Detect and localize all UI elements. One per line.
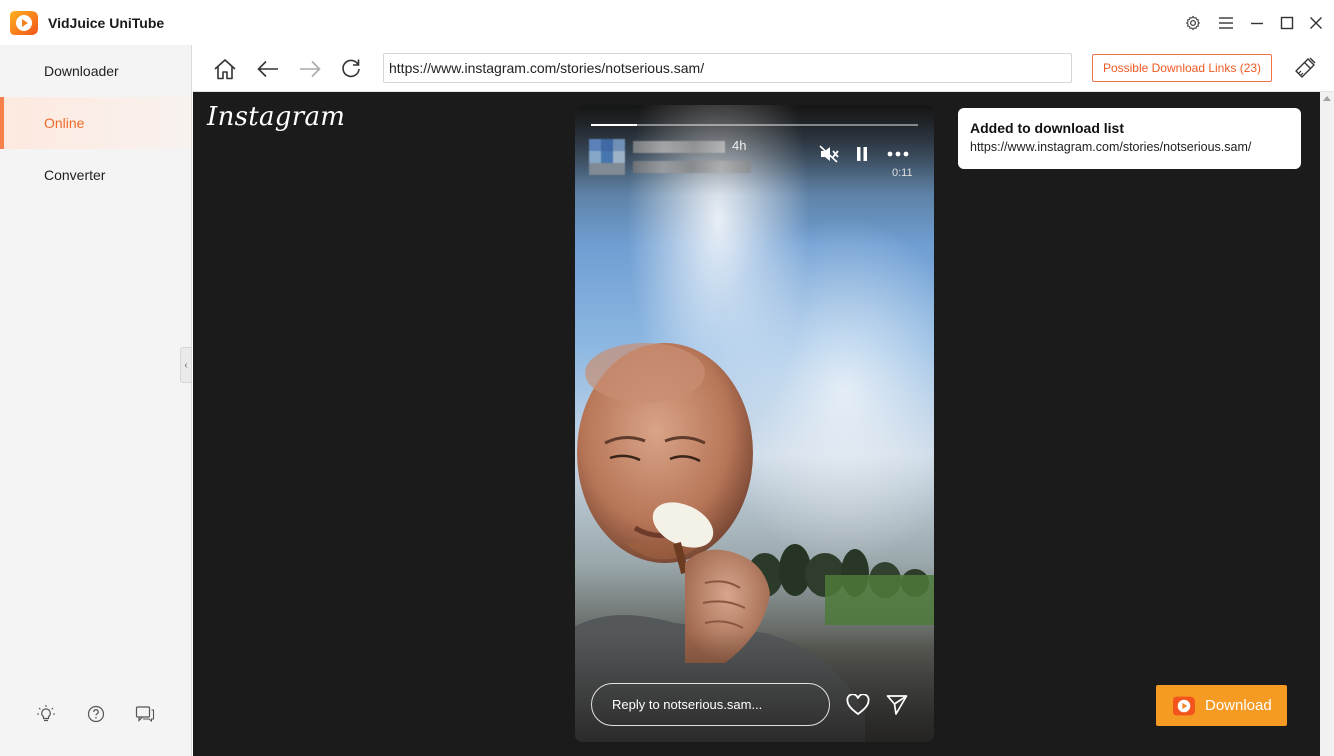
arrow-left-icon [257,60,278,78]
web-content: Instagram 4h 0:11 Reply to notserious.sa… [193,92,1320,756]
help-icon [87,705,105,723]
download-button-label: Download [1205,697,1272,714]
app-logo-icon [1173,696,1195,715]
sidebar-item-label: Online [44,115,85,131]
reload-button[interactable] [338,56,364,82]
gear-icon [1185,15,1201,31]
more-options-button[interactable] [887,143,909,165]
lightbulb-icon [37,705,55,722]
sidebar: Downloader Online Converter [0,45,192,756]
heart-icon [846,694,870,716]
like-button[interactable] [845,692,871,718]
toast-url: https://www.instagram.com/stories/notser… [970,140,1252,154]
reload-icon [342,59,360,78]
minimize-icon [1251,22,1263,25]
settings-button[interactable] [1182,12,1204,34]
story-viewer[interactable]: 4h 0:11 Reply to notserious.sam... [575,105,934,742]
more-horizontal-icon [887,151,909,157]
chevron-left-icon: ‹ [184,359,188,371]
close-icon [1310,17,1322,29]
browser-toolbar: Possible Download Links (23) [193,45,1334,92]
minimize-button[interactable] [1246,12,1268,34]
instagram-logo[interactable]: Instagram [207,102,345,132]
home-button[interactable] [212,56,238,82]
speaker-muted-icon [819,145,839,163]
pause-button[interactable] [851,143,873,165]
vertical-scrollbar[interactable] [1320,92,1334,756]
possible-download-links-label: Possible Download Links (23) [1102,61,1262,75]
forward-button[interactable] [297,56,323,82]
sidebar-item-downloader[interactable]: Downloader [0,45,191,97]
back-button[interactable] [255,56,281,82]
toast-title: Added to download list [970,120,1124,136]
help-button[interactable] [85,703,107,725]
sidebar-item-label: Downloader [44,63,119,79]
story-top-shade [575,105,934,195]
possible-download-links-button[interactable]: Possible Download Links (23) [1092,54,1272,82]
pause-icon [857,147,867,161]
feedback-icon [135,706,155,723]
app-title: VidJuice UniTube [48,15,165,31]
feedback-button[interactable] [134,703,156,725]
story-avatar[interactable] [589,139,625,175]
story-progress-bar [591,124,918,126]
download-toast: Added to download list https://www.insta… [958,108,1301,169]
sidebar-item-converter[interactable]: Converter [0,149,191,201]
arrow-right-icon [300,60,321,78]
download-button[interactable]: Download [1156,685,1287,726]
send-icon [886,695,908,715]
story-username-redacted[interactable] [633,141,725,153]
title-bar: VidJuice UniTube [0,0,1334,45]
app-logo [10,11,38,35]
maximize-button[interactable] [1276,12,1298,34]
tips-button[interactable] [35,703,57,725]
home-icon [214,59,236,80]
sidebar-item-online[interactable]: Online [0,97,191,149]
sidebar-item-label: Converter [44,167,106,183]
close-button[interactable] [1305,12,1327,34]
story-reply-input[interactable]: Reply to notserious.sam... [591,683,830,726]
sidebar-collapse-handle[interactable]: ‹ [180,347,192,383]
story-audio-redacted [633,161,751,173]
maximize-icon [1280,16,1294,30]
story-duration: 0:11 [892,167,913,179]
menu-icon [1219,17,1233,29]
share-button[interactable] [884,692,910,718]
story-progress-fill [591,124,637,126]
clear-cache-button[interactable] [1291,54,1319,82]
url-input[interactable] [383,53,1072,83]
mute-button[interactable] [818,143,840,165]
menu-button[interactable] [1215,12,1237,34]
broom-icon [1295,57,1316,78]
story-time-ago: 4h [732,138,747,153]
scroll-up-arrow-icon[interactable] [1323,96,1331,101]
